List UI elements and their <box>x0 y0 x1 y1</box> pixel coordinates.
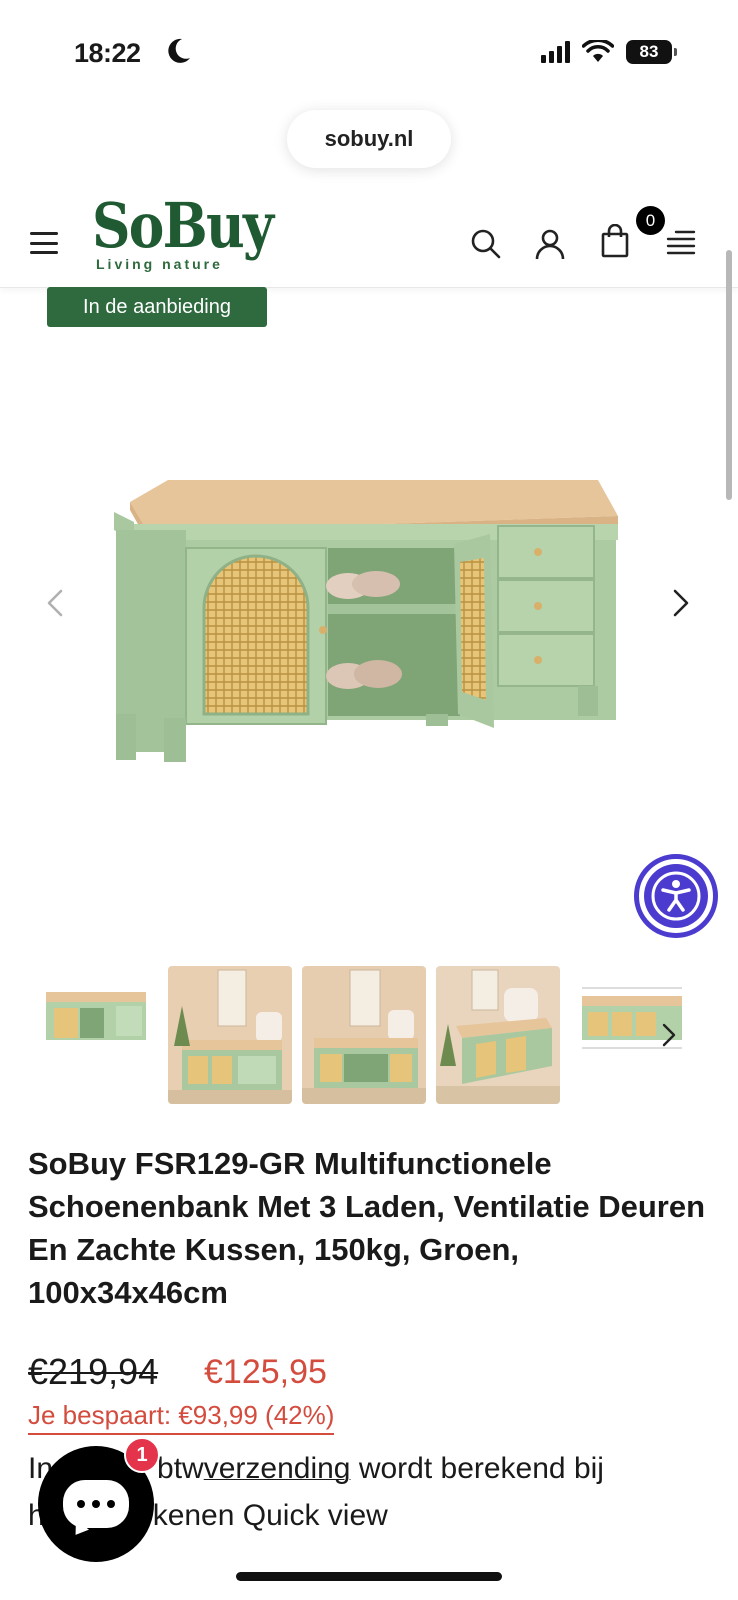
home-indicator[interactable] <box>236 1572 502 1581</box>
chat-icon <box>63 1480 129 1528</box>
site-header: SoBuy Living nature <box>0 190 738 288</box>
thumbnail-1[interactable] <box>32 966 156 1104</box>
status-indicators: 83 <box>541 40 677 64</box>
savings-label: Je bespaart: €93,99 (42%) <box>28 1400 335 1435</box>
user-icon[interactable] <box>534 228 566 260</box>
cart-icon[interactable] <box>601 224 629 258</box>
cart-count-badge: 0 <box>636 206 665 235</box>
tax-mid: btw <box>157 1452 204 1485</box>
chevron-right-icon[interactable] <box>670 588 692 618</box>
moon-icon <box>168 38 190 63</box>
thumbnail-strip <box>32 966 738 1104</box>
tax-suffix: wordt berekend bij <box>350 1452 604 1485</box>
sale-price: €125,95 <box>204 1353 327 1391</box>
accessibility-button[interactable] <box>634 854 718 938</box>
search-icon[interactable] <box>470 228 502 260</box>
scrollbar[interactable] <box>726 250 732 500</box>
status-time: 18:22 <box>74 38 141 68</box>
chat-unread-badge: 1 <box>124 1437 160 1473</box>
battery-icon: 83 <box>626 40 677 64</box>
chevron-right-icon[interactable] <box>660 1022 678 1048</box>
signal-icon <box>541 41 570 63</box>
shipping-link[interactable]: verzending <box>204 1452 351 1485</box>
accessibility-icon <box>651 871 701 921</box>
original-price: €219,94 <box>28 1351 159 1392</box>
chevron-left-icon[interactable] <box>44 588 66 618</box>
sale-badge: In de aanbieding <box>47 287 267 327</box>
thumbnail-2[interactable] <box>168 966 292 1104</box>
logo-text: SoBuy <box>92 189 274 262</box>
line2-rest: kenen Quick view <box>152 1499 388 1532</box>
wifi-icon <box>582 40 614 62</box>
url-bar[interactable]: sobuy.nl <box>287 110 451 168</box>
site-logo[interactable]: SoBuy Living nature <box>92 189 274 273</box>
product-image[interactable] <box>108 478 628 768</box>
thumbnail-3[interactable] <box>302 966 426 1104</box>
menu-lines-icon[interactable] <box>664 228 696 256</box>
product-title: SoBuy FSR129-GR Multifunctionele Schoene… <box>28 1146 706 1310</box>
thumbnail-4[interactable] <box>436 966 560 1104</box>
hamburger-icon[interactable] <box>30 232 58 254</box>
